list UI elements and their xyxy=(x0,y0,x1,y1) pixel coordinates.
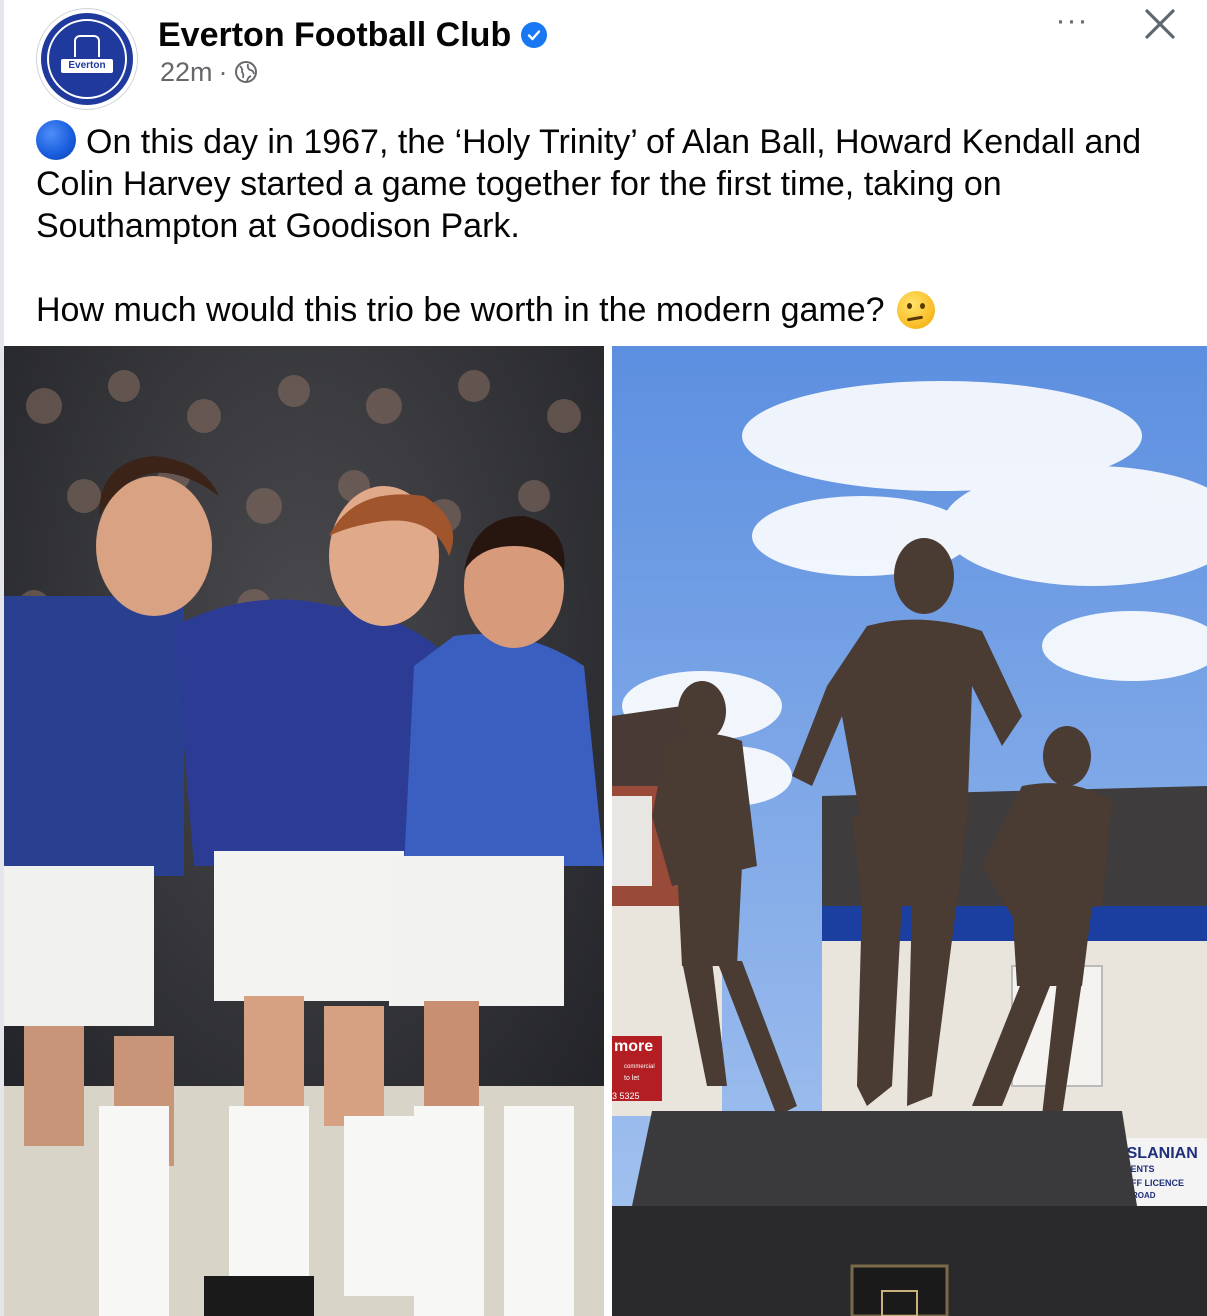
post-body-line-2: How much would this trio be worth in the… xyxy=(36,291,885,329)
post-body: On this day in 1967, the ‘Holy Trinity’ … xyxy=(36,120,1186,331)
page-avatar[interactable]: Everton xyxy=(36,8,138,110)
photo-holy-trinity-statue[interactable]: more commercial to let 3 5325 S & H ARSL… xyxy=(612,346,1207,1316)
more-options-icon[interactable]: ··· xyxy=(1052,6,1092,36)
close-icon[interactable] xyxy=(1140,4,1180,44)
post-meta: 22m · xyxy=(160,56,258,88)
post-time[interactable]: 22m xyxy=(160,56,213,88)
page-name-link[interactable]: Everton Football Club xyxy=(158,14,548,56)
everton-crest-icon: Everton xyxy=(41,13,133,105)
meta-separator: · xyxy=(218,57,228,87)
blue-circle-emoji-icon xyxy=(36,120,76,160)
crest-label: Everton xyxy=(61,59,113,73)
globe-icon xyxy=(234,61,257,83)
sign-more-commercial: commercial xyxy=(624,1064,655,1070)
sign-more: more xyxy=(614,1038,653,1055)
page-name: Everton Football Club xyxy=(158,16,512,54)
thinking-face-emoji-icon xyxy=(896,291,935,329)
sign-phone: 3 5325 xyxy=(612,1091,640,1101)
post-body-line-1: On this day in 1967, the ‘Holy Trinity’ … xyxy=(36,123,1142,245)
verified-badge-icon xyxy=(521,22,548,48)
photo-players-1967[interactable] xyxy=(4,346,604,1316)
sign-more-to-let: to let xyxy=(624,1075,639,1082)
